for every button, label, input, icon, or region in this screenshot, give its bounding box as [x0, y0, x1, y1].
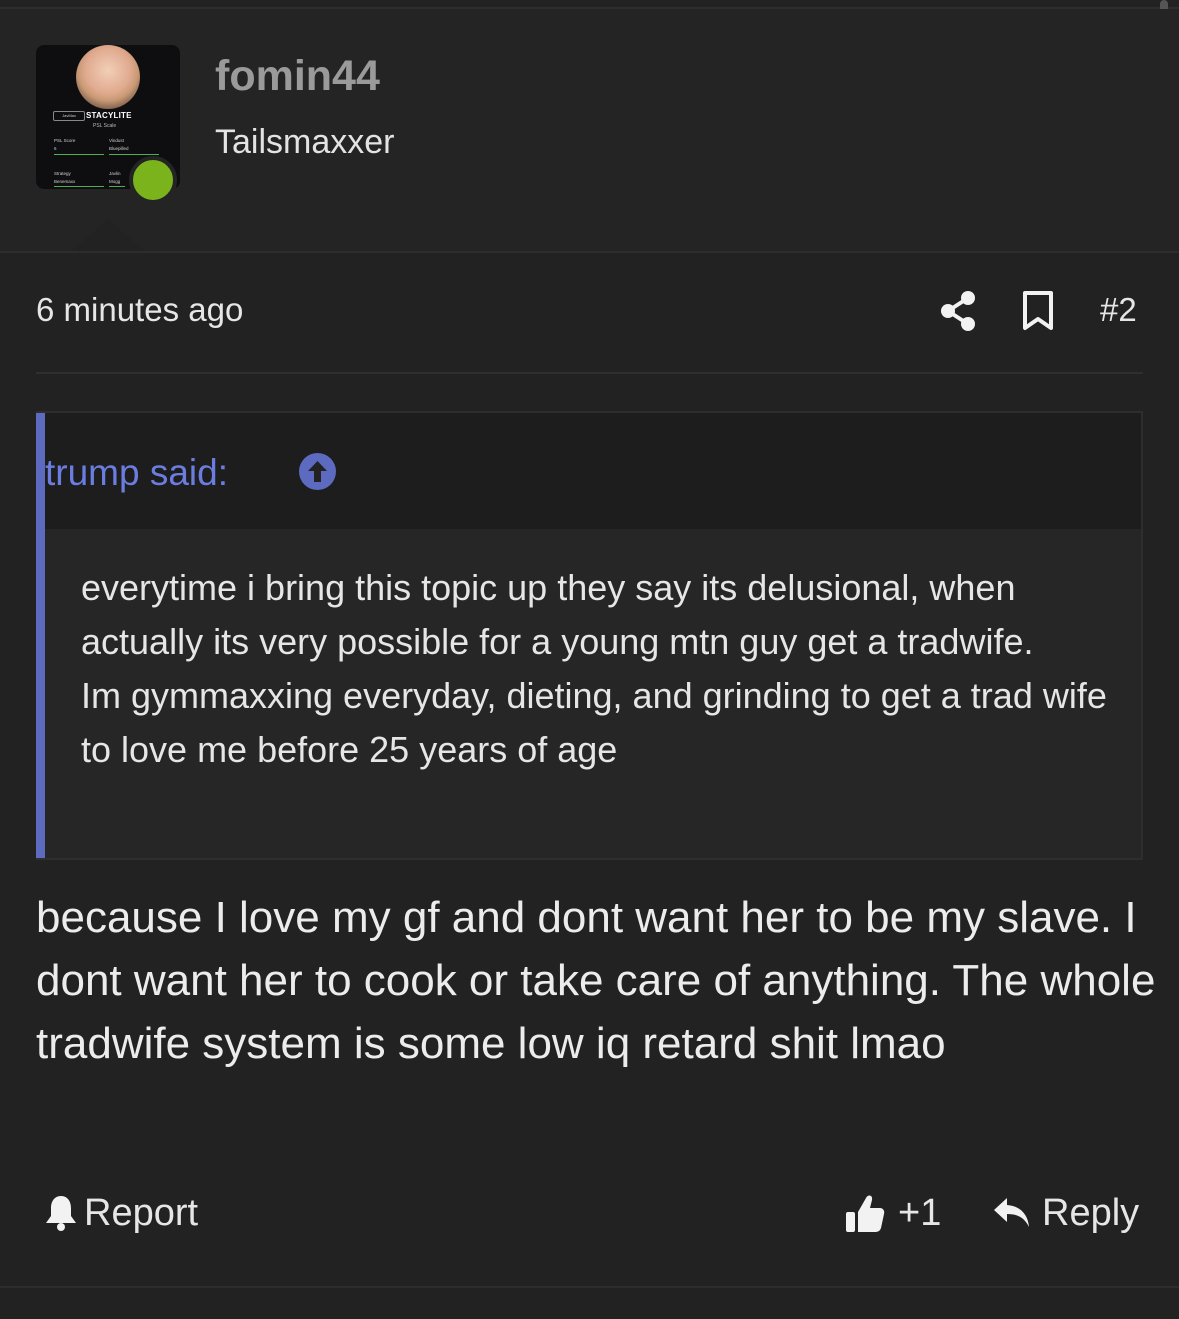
avatar-card-cell: Javlin: [109, 171, 121, 176]
report-button[interactable]: Report: [44, 1190, 198, 1236]
quote-accent-bar: [36, 413, 45, 858]
reply-icon: [994, 1198, 1029, 1227]
bookmark-icon: [1023, 291, 1053, 330]
avatar-card-cell: Mogg: [109, 179, 121, 184]
avatar-card-cell: Benemaxx: [54, 179, 76, 184]
quote-paragraph: everytime i bring this topic up they say…: [81, 567, 1034, 662]
avatar-card-line: [109, 186, 125, 187]
bottom-border: [0, 1286, 1179, 1288]
quote-text: everytime i bring this topic up they say…: [81, 561, 1111, 777]
quote-paragraph: Im gymmaxxing everyday, dieting, and gri…: [81, 675, 1107, 770]
post-body: because I love my gf and dont want her t…: [36, 893, 1156, 1068]
quote-author-link[interactable]: trump said:: [45, 452, 228, 494]
username[interactable]: fomin44: [215, 52, 380, 101]
bookmark-button[interactable]: [1020, 290, 1056, 332]
avatar-card-line: [109, 154, 159, 155]
reply-label: Reply: [1042, 1191, 1140, 1234]
avatar-card-cell: Bluepilled: [109, 146, 129, 151]
post-timestamp[interactable]: 6 minutes ago: [36, 291, 243, 329]
user-title: Tailsmaxxer: [215, 123, 395, 161]
post-divider: [36, 372, 1143, 374]
share-button[interactable]: [938, 290, 978, 332]
arrow-up-circle-icon: [299, 453, 336, 490]
avatar-card-cell: 6: [54, 146, 57, 151]
header-pointer: [72, 219, 144, 251]
thumbs-up-icon: [846, 1195, 885, 1232]
avatar-face: [76, 45, 140, 109]
avatar-card-cell: PSL Score: [54, 138, 76, 143]
online-status-dot: [129, 156, 177, 204]
avatar-card-subtitle: PSL Scale: [93, 123, 117, 129]
avatar-card-line: [54, 154, 104, 155]
share-icon: [941, 291, 975, 331]
avatar-card-cell: Vindust: [109, 138, 124, 143]
avatar-card-cell: Strategy: [54, 171, 71, 176]
avatar-card-line: [54, 186, 104, 187]
bell-icon: [46, 1196, 76, 1231]
avatar-card-tag: JavMax: [53, 111, 85, 121]
like-count: +1: [898, 1191, 942, 1234]
avatar-card-title: STACYLITE: [86, 111, 132, 120]
report-label: Report: [84, 1191, 199, 1234]
post-number-link[interactable]: #2: [1100, 291, 1137, 329]
quote-jump-button[interactable]: [298, 452, 337, 491]
like-button[interactable]: +1: [844, 1190, 941, 1236]
reply-button[interactable]: Reply: [992, 1190, 1139, 1236]
